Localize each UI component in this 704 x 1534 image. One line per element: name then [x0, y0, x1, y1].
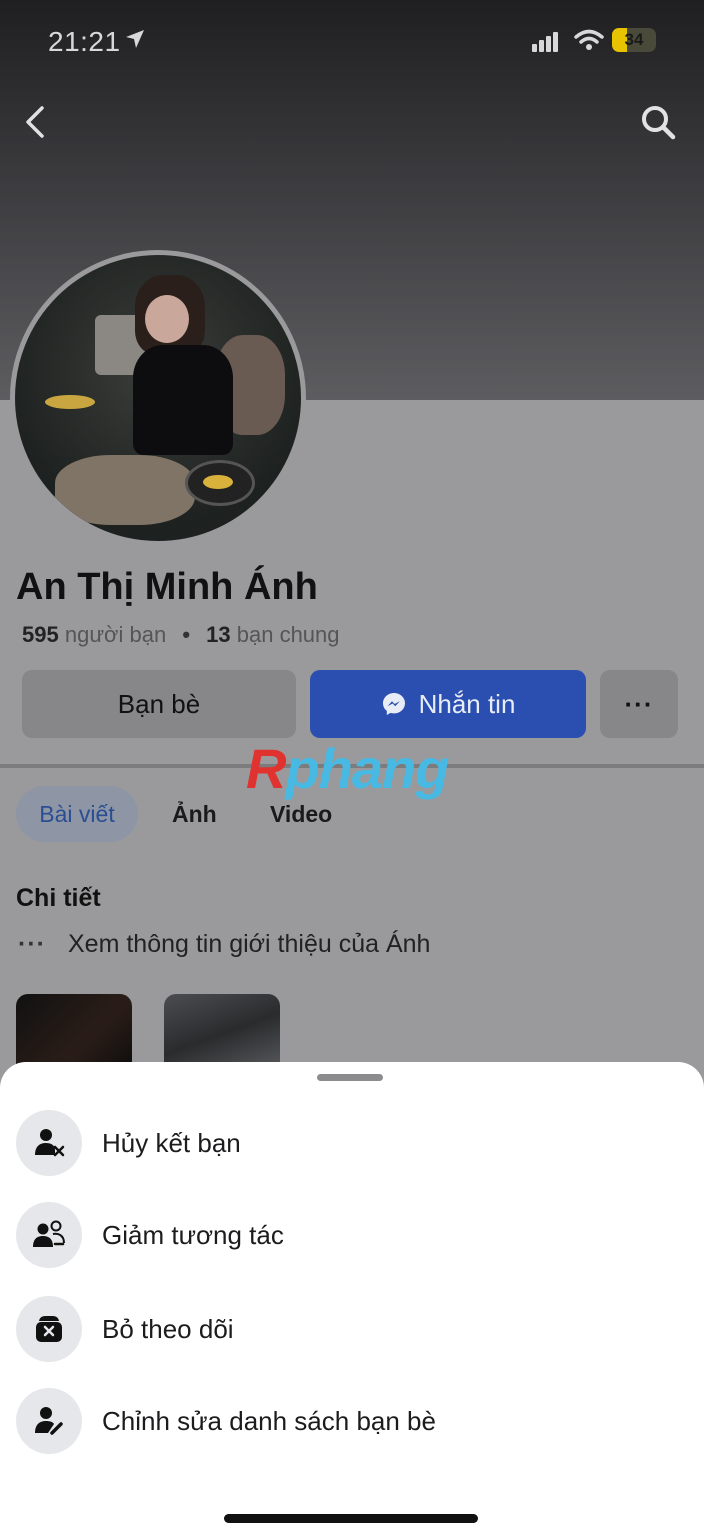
mutual-count: 13: [206, 622, 231, 647]
battery-level: 34: [624, 30, 644, 49]
profile-stats: 595 người bạn • 13 bạn chung: [22, 622, 340, 648]
reduce-interaction-icon: [16, 1202, 82, 1268]
sheet-handle[interactable]: [317, 1074, 383, 1081]
tab-posts[interactable]: Bài viết: [16, 786, 138, 842]
unfriend-option[interactable]: Hủy kết bạn: [16, 1108, 688, 1178]
unfollow-label: Bỏ theo dõi: [102, 1313, 234, 1344]
unfriend-label: Hủy kết bạn: [102, 1127, 241, 1158]
back-button[interactable]: [18, 100, 58, 144]
battery-icon: 34: [612, 28, 656, 52]
edit-friend-list-label: Chỉnh sửa danh sách bạn bè: [102, 1405, 436, 1436]
more-options-button[interactable]: ···: [600, 670, 678, 738]
location-arrow-icon: [126, 30, 144, 48]
details-title: Chi tiết: [16, 884, 101, 912]
friends-button-label: Bạn bè: [117, 688, 201, 719]
search-icon: [642, 106, 676, 140]
tab-video[interactable]: Video: [270, 786, 332, 842]
reduce-interaction-label: Giảm tương tác: [102, 1219, 284, 1250]
wifi-icon: [574, 29, 604, 50]
separator-dot: •: [182, 622, 191, 647]
more-dots-icon: ···: [18, 930, 46, 958]
profile-name: An Thị Minh Ánh: [16, 566, 318, 608]
signal-icon: [532, 32, 558, 52]
more-icon: ···: [624, 688, 654, 719]
messenger-icon: [382, 693, 405, 715]
home-indicator: [224, 1514, 478, 1523]
mutual-label[interactable]: bạn chung: [237, 622, 340, 647]
friends-button[interactable]: Bạn bè: [22, 670, 296, 738]
edit-friend-list-icon: [16, 1388, 82, 1454]
friends-label[interactable]: người bạn: [65, 622, 166, 647]
status-time: 21:21: [48, 26, 121, 57]
friend-options-sheet: Hủy kết bạn Giảm tương tác Bỏ theo dõi C…: [0, 1062, 704, 1534]
see-intro-label: Xem thông tin giới thiệu của Ánh: [68, 930, 431, 958]
search-button[interactable]: [636, 100, 680, 144]
see-intro-link[interactable]: ··· Xem thông tin giới thiệu của Ánh: [18, 930, 430, 959]
edit-friend-list-option[interactable]: Chỉnh sửa danh sách bạn bè: [16, 1386, 688, 1456]
unfollow-icon: [16, 1296, 82, 1362]
message-button[interactable]: Nhắn tin: [310, 670, 586, 738]
tab-photos[interactable]: Ảnh: [172, 786, 217, 842]
chevron-left-icon: [26, 106, 44, 138]
profile-avatar[interactable]: [10, 250, 306, 546]
message-button-label: Nhắn tin: [418, 688, 516, 719]
friends-count: 595: [22, 622, 59, 647]
unfollow-option[interactable]: Bỏ theo dõi: [16, 1294, 688, 1364]
unfriend-icon: [16, 1110, 82, 1176]
reduce-interaction-option[interactable]: Giảm tương tác: [16, 1200, 688, 1270]
